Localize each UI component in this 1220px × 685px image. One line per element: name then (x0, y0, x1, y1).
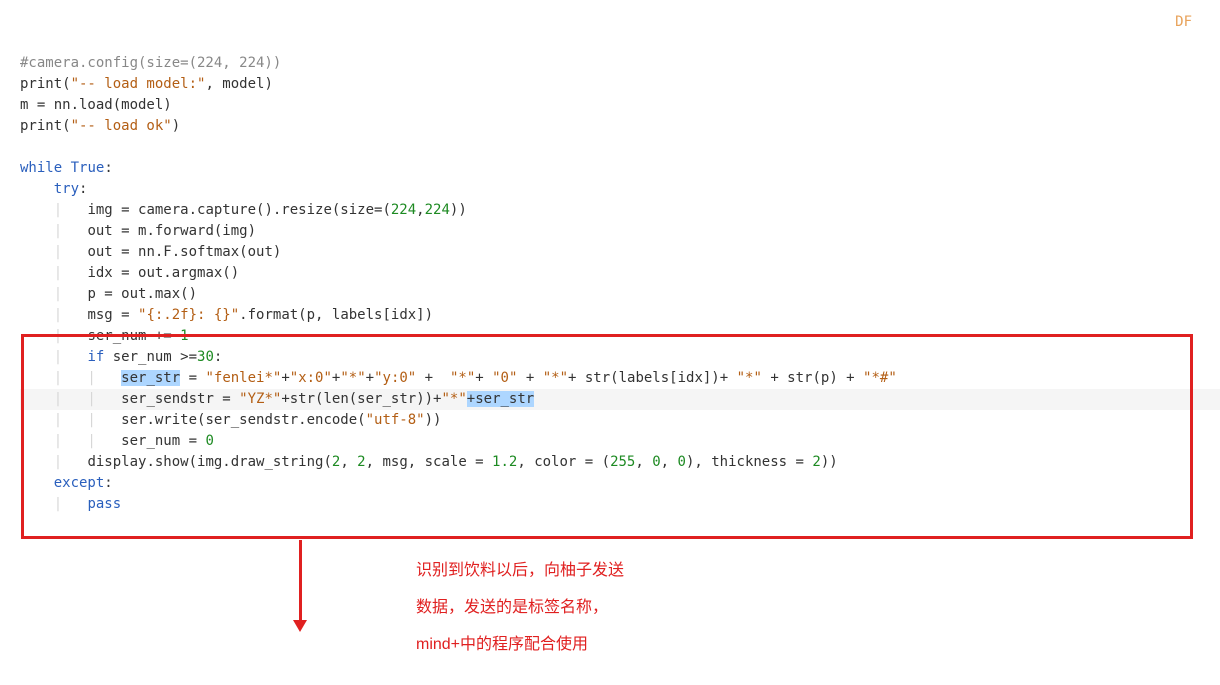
code-line-11: | idx = out.argmax() (20, 265, 239, 281)
annotation-line-3: mind+中的程序配合使用 (416, 629, 588, 661)
code-line-1: #camera.config(size=(224, 224)) (20, 55, 281, 71)
code-line-16: | | ser_str = "fenlei*"+"x:0"+"*"+"y:0" … (20, 370, 897, 386)
annotation-line-2: 数据，发送的是标签名称， (416, 592, 608, 624)
page: { "badge": "DF", "code": { "l1_comment":… (0, 0, 1220, 685)
badge-df: DF (1175, 12, 1192, 33)
code-line-9: | out = m.forward(img) (20, 223, 256, 239)
code-line-12: | p = out.max() (20, 286, 197, 302)
code-line-22: | pass (20, 496, 121, 512)
code-line-7: try: (20, 181, 87, 197)
annotation-line-1: 识别到饮料以后，向柚子发送 (416, 555, 624, 587)
code-line-6: while True: (20, 160, 113, 176)
code-line-19: | | ser_num = 0 (20, 433, 214, 449)
code-line-8: | img = camera.capture().resize(size=(22… (20, 202, 467, 218)
code-line-15: | if ser_num >=30: (20, 349, 222, 365)
code-line-17: | | ser_sendstr = "YZ*"+str(len(ser_str)… (20, 389, 1220, 410)
code-line-2: print("-- load model:", model) (20, 76, 273, 92)
code-block: #camera.config(size=(224, 224)) print("-… (20, 32, 1220, 515)
code-line-4: print("-- load ok") (20, 118, 180, 134)
code-line-18: | | ser.write(ser_sendstr.encode("utf-8"… (20, 412, 441, 428)
code-line-3: m = nn.load(model) (20, 97, 172, 113)
code-line-20: | display.show(img.draw_string(2, 2, msg… (20, 454, 838, 470)
code-line-10: | out = nn.F.softmax(out) (20, 244, 281, 260)
code-line-13: | msg = "{:.2f}: {}".format(p, labels[id… (20, 307, 433, 323)
code-line-21: except: (20, 475, 113, 491)
code-line-14: | ser_num += 1 (20, 328, 189, 344)
